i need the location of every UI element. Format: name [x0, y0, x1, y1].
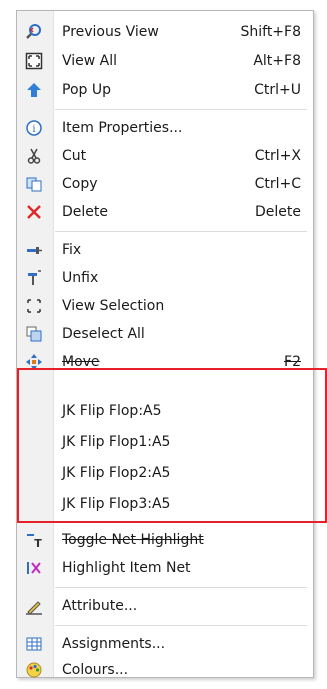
- menu-item-shortcut: Shift+F8: [240, 24, 301, 40]
- menu-item-item-properties[interactable]: i Item Properties...: [17, 115, 313, 141]
- red-highlight-box: [17, 368, 327, 523]
- menu-item-shortcut: Ctrl+C: [254, 176, 301, 192]
- menu-item-attribute[interactable]: Attribute...: [17, 593, 313, 619]
- svg-text:T: T: [34, 537, 42, 549]
- menu-item-label: Attribute...: [62, 598, 138, 614]
- toggle-net-icon: T: [25, 531, 43, 549]
- menu-item-deselect-all[interactable]: Deselect All: [17, 321, 313, 347]
- attribute-icon: [25, 597, 43, 615]
- table-icon: [25, 635, 43, 653]
- view-all-icon: [25, 52, 43, 70]
- menu-item-assignments[interactable]: Assignments...: [17, 631, 313, 657]
- menu-item-label: Unfix: [62, 270, 99, 286]
- menu-separator: [55, 587, 307, 588]
- info-icon: i: [25, 119, 43, 137]
- menu-item-pop-up[interactable]: Pop Up Ctrl+U: [17, 77, 313, 103]
- highlight-net-icon: [25, 559, 43, 577]
- zoom-previous-icon: [25, 23, 43, 41]
- menu-separator: [55, 231, 307, 232]
- menu-item-label: View Selection: [62, 298, 165, 314]
- svg-text:i: i: [32, 124, 35, 135]
- menu-item-label: View All: [62, 53, 118, 69]
- menu-item-previous-view[interactable]: Previous View Shift+F8: [17, 19, 313, 45]
- menu-item-label: Copy: [62, 176, 98, 192]
- menu-separator: [55, 625, 307, 626]
- menu-item-label: Fix: [62, 242, 82, 258]
- menu-item-label: Deselect All: [62, 326, 145, 342]
- menu-item-view-selection[interactable]: View Selection: [17, 293, 313, 319]
- pop-up-arrow-icon: [25, 81, 43, 99]
- copy-icon: [25, 175, 43, 193]
- menu-item-shortcut: Ctrl+X: [254, 148, 301, 164]
- fix-pin-icon: [25, 241, 43, 259]
- context-menu: Previous View Shift+F8 View All Alt+F8 P…: [16, 10, 314, 678]
- menu-item-label: Toggle Net Highlight: [62, 532, 204, 548]
- menu-item-highlight-item-net[interactable]: Highlight Item Net: [17, 555, 313, 581]
- menu-item-shortcut: Alt+F8: [253, 53, 301, 69]
- menu-item-label: Delete: [62, 204, 108, 220]
- menu-item-unfix[interactable]: Unfix: [17, 265, 313, 291]
- menu-item-fix[interactable]: Fix: [17, 237, 313, 263]
- menu-item-toggle-net-highlight[interactable]: T Toggle Net Highlight: [17, 527, 313, 553]
- menu-item-label: Pop Up: [62, 82, 111, 98]
- deselect-icon: [25, 325, 43, 343]
- menu-item-label: Highlight Item Net: [62, 560, 191, 576]
- menu-separator: [55, 109, 307, 110]
- menu-item-shortcut: Delete: [255, 204, 301, 220]
- palette-icon: [25, 661, 43, 679]
- scissors-icon: [25, 147, 43, 165]
- menu-item-view-all[interactable]: View All Alt+F8: [17, 48, 313, 74]
- menu-item-label: Assignments...: [62, 636, 166, 652]
- menu-item-delete[interactable]: Delete Delete: [17, 199, 313, 225]
- menu-item-copy[interactable]: Copy Ctrl+C: [17, 171, 313, 197]
- menu-item-label: Colours...: [62, 662, 129, 678]
- menu-item-label: Cut: [62, 148, 87, 164]
- menu-item-shortcut: Ctrl+U: [254, 82, 301, 98]
- menu-item-label: Previous View: [62, 24, 159, 40]
- unfix-pin-icon: [25, 269, 43, 287]
- view-selection-icon: [25, 297, 43, 315]
- delete-x-icon: [25, 203, 43, 221]
- menu-item-cut[interactable]: Cut Ctrl+X: [17, 143, 313, 169]
- menu-item-label: Item Properties...: [62, 120, 183, 136]
- menu-item-colours[interactable]: Colours...: [17, 657, 313, 683]
